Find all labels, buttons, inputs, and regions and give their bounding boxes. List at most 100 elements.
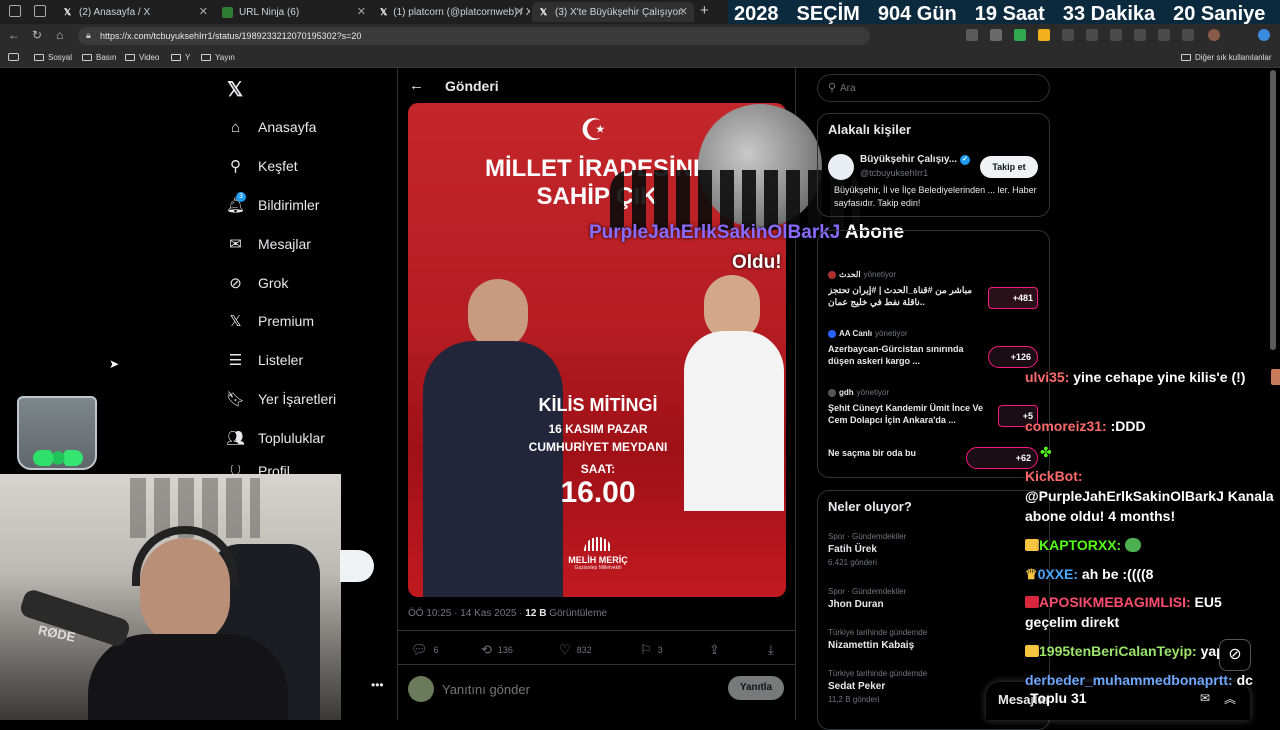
home-icon: ⌂: [230, 118, 241, 136]
bookmark-folder[interactable]: Sosyal: [34, 53, 72, 62]
page-title: Gönderi: [445, 78, 499, 94]
chat-message: derbeder_muhammedbonaprtt: dc: [1025, 672, 1253, 688]
nav-grok[interactable]: ⊘ Grok: [227, 271, 288, 295]
countdown-year: 2028: [734, 3, 779, 25]
repost-icon: ⟲: [481, 642, 492, 657]
badge-icon: [1025, 645, 1039, 657]
space-item[interactable]: AA Canlı yönetiyor Azerbaycan-Gürcistan s…: [828, 329, 978, 369]
other-bookmarks[interactable]: Diğer sık kullanılanlar: [1181, 53, 1271, 62]
nav-communities[interactable]: 👥︎ Topluluklar: [226, 426, 325, 450]
nav-premium[interactable]: 𝕏 Premium: [227, 309, 314, 333]
reply-input[interactable]: [442, 679, 702, 699]
repost-action[interactable]: ⟲ 136: [481, 642, 513, 658]
bookmark-icon: 🔖︎: [225, 391, 246, 408]
close-icon[interactable]: ✕: [679, 5, 688, 18]
chat-message: ♛0XXE: ah be :((((8: [1025, 566, 1154, 582]
view-count: 12 B: [525, 608, 547, 619]
profile-avatar-icon[interactable]: [1208, 29, 1220, 41]
trend-item[interactable]: Spor · Gündemdekiler Fatih Ürek 6.421 gö…: [828, 532, 906, 567]
post-button-partial[interactable]: [340, 550, 374, 582]
related-avatar[interactable]: [828, 154, 854, 180]
x-logo-icon[interactable]: 𝕏: [227, 77, 243, 102]
host-avatar: [828, 329, 836, 338]
more-icon[interactable]: •••: [371, 678, 384, 692]
nav-bookmarks[interactable]: 🔖︎ Yer İşaretleri: [225, 387, 336, 411]
download-action[interactable]: ⤓: [768, 642, 774, 658]
close-icon[interactable]: ✕: [199, 5, 208, 18]
nav-explore[interactable]: ⚲ Keşfet: [227, 154, 298, 178]
reply-action[interactable]: 💬︎ 6: [411, 642, 439, 658]
ext-icon[interactable]: [990, 29, 1002, 41]
ext-icon[interactable]: [1038, 29, 1050, 41]
nav-messages[interactable]: ✉ Mesajlar: [227, 232, 311, 256]
tab-actions-icon[interactable]: [34, 5, 46, 17]
countdown-seconds: 20 Saniye: [1173, 3, 1266, 25]
home-icon[interactable]: ⌂: [56, 28, 63, 42]
folder-icon: [201, 54, 211, 61]
gem-jar-image: [17, 396, 97, 470]
candidate-right-image: [676, 275, 786, 597]
related-name[interactable]: Büyükşehir Çalışıy... ✓: [860, 154, 971, 165]
reply-avatar: [408, 676, 434, 702]
bookmark-folder[interactable]: Yayın: [201, 53, 235, 62]
close-icon[interactable]: ✕: [357, 5, 366, 18]
back-icon[interactable]: ←: [8, 28, 20, 42]
trend-item[interactable]: Spor · Gündemdekiler Jhon Duran: [828, 587, 906, 610]
copilot-icon[interactable]: [1258, 29, 1270, 41]
share-action[interactable]: ⇪: [709, 642, 720, 658]
workspaces-icon[interactable]: [9, 5, 21, 17]
bookmark-icon: ⚐: [640, 642, 652, 657]
ext-icon[interactable]: [1014, 29, 1026, 41]
space-item[interactable]: الحدث yönetiyor مباشر من #قناة_الحدث | #إ…: [828, 270, 973, 310]
bookmarks-menu-icon[interactable]: [8, 53, 19, 61]
heart-icon: ♡: [559, 642, 571, 657]
close-icon[interactable]: ✕: [515, 5, 524, 18]
clover-emote-icon: ✤: [1040, 444, 1052, 460]
tab-anasayfa[interactable]: 𝕏 (2) Anasayfa / X ✕: [56, 2, 214, 22]
ext-icon[interactable]: [1110, 29, 1122, 41]
space-item[interactable]: Ne saçma bir oda bu: [828, 448, 968, 458]
bookmark-folder[interactable]: Basın: [82, 53, 116, 62]
grok-icon[interactable]: ⊘: [1219, 639, 1251, 671]
bookmark-action[interactable]: ⚐ 3: [640, 642, 663, 658]
tab-platcorn[interactable]: 𝕏 (1) platcorn (@platcornweb) / X ✕: [374, 2, 530, 22]
collapse-icon[interactable]: ︽: [1224, 690, 1236, 707]
ext-icon[interactable]: [1062, 29, 1074, 41]
tab-url-ninja[interactable]: URL Ninja (6) ✕: [216, 2, 372, 22]
back-arrow-icon[interactable]: ←: [409, 77, 424, 94]
search-input[interactable]: [840, 80, 1030, 96]
trends-title: Neler oluyor?: [828, 499, 912, 514]
follow-button[interactable]: Takip et: [980, 156, 1038, 178]
space-listeners: +126: [988, 346, 1038, 368]
new-message-icon[interactable]: ✉: [1200, 691, 1210, 705]
reload-icon[interactable]: ↻: [32, 28, 42, 42]
tab-buyuksehir[interactable]: 𝕏 (3) X'te Büyükşehir Çalışıyor: "CHP...…: [532, 2, 694, 22]
ext-icon[interactable]: [966, 29, 978, 41]
space-listeners: +481: [988, 287, 1038, 309]
search-box[interactable]: ⚲: [817, 74, 1050, 102]
ext-icon[interactable]: [1182, 29, 1194, 41]
ext-icon[interactable]: [1134, 29, 1146, 41]
related-title: Alakalı kişiler: [828, 122, 912, 137]
ext-icon[interactable]: [1086, 29, 1098, 41]
bookmark-folder[interactable]: Y: [171, 53, 190, 62]
nav-lists[interactable]: ☰ Listeler: [227, 348, 303, 372]
space-item[interactable]: gdh yönetiyor Şehit Cüneyt Kandemir Ümit …: [828, 388, 988, 428]
poster-sponsor: MELİH MERİÇ Gaziantep Milletvekili: [548, 537, 648, 571]
like-action[interactable]: ♡ 832: [559, 642, 592, 658]
x-logo-icon: 𝕏: [539, 6, 548, 17]
crescent-star-icon: ☪: [580, 114, 607, 147]
reply-button[interactable]: Yanıtla: [728, 676, 784, 700]
bookmark-folder[interactable]: Video: [125, 53, 159, 62]
folder-icon: [82, 54, 92, 61]
ext-icon[interactable]: [1158, 29, 1170, 41]
trend-item[interactable]: Türkiye tarihinde gündemde Nizamettin Ka…: [828, 628, 927, 651]
url-field[interactable]: 🔒︎ https://x.com/tcbuyuksehIrr1/status/1…: [78, 27, 870, 45]
new-tab-button[interactable]: +: [700, 2, 709, 19]
scrollbar[interactable]: [1270, 70, 1276, 350]
trend-item[interactable]: Türkiye tarihinde gündemde Sedat Peker 1…: [828, 669, 927, 704]
badge-icon: [1025, 539, 1039, 551]
nav-home[interactable]: ⌂ Anasayfa: [227, 115, 316, 139]
divider: [398, 630, 795, 631]
folder-icon: [125, 54, 135, 61]
